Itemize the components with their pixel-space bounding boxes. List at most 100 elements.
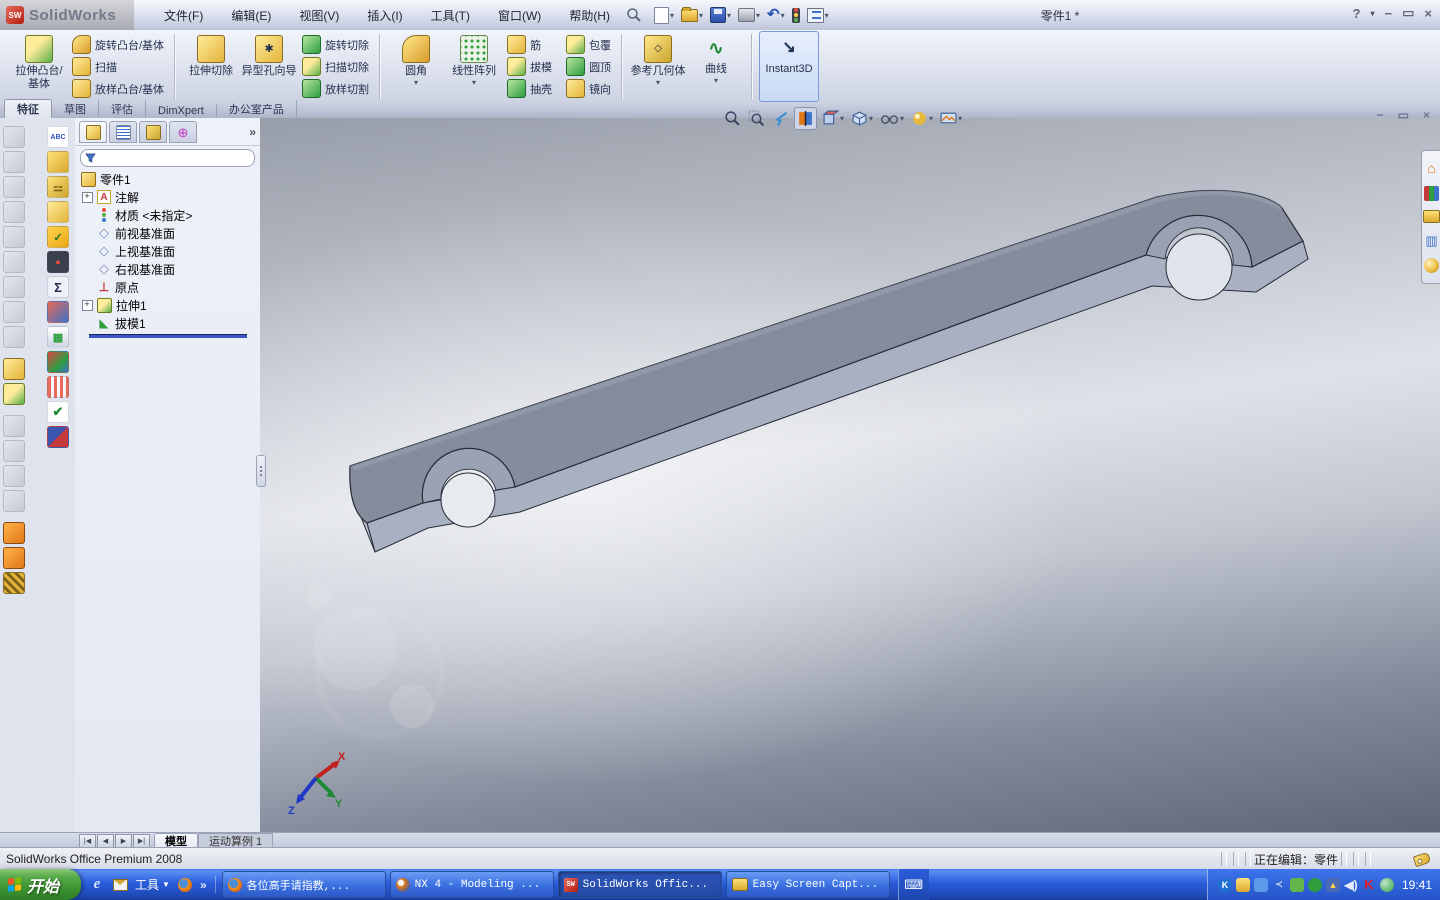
linear-pattern-button[interactable]: 线性阵列 ▾	[445, 32, 503, 101]
tray-kingsoft-icon[interactable]: K	[1217, 877, 1232, 892]
design-library-button[interactable]	[1424, 185, 1439, 201]
shell-button[interactable]: 抽壳	[503, 78, 556, 99]
extrude-cut-toolbar-icon[interactable]	[3, 383, 25, 405]
tree-root[interactable]: 零件1	[75, 170, 260, 188]
taskbar-window-solidworks[interactable]: SW SolidWorks Offic...	[557, 871, 722, 898]
tray-display-icon[interactable]	[1289, 877, 1304, 892]
solidworks-resources-button[interactable]: ⌂	[1424, 160, 1439, 176]
extrude-boss-button[interactable]: 拉伸凸台/基体	[10, 32, 68, 101]
chevron-down-icon[interactable]: ▾	[414, 78, 418, 87]
extrude-boss-toolbar-icon[interactable]	[3, 358, 25, 380]
instant3d-button[interactable]: ↘ Instant3D	[759, 31, 820, 102]
reference-geometry-button[interactable]: ◇ 参考几何体 ▾	[629, 32, 687, 101]
tray-folder-share-icon[interactable]	[1235, 877, 1250, 892]
menu-insert[interactable]: 插入(I)	[355, 4, 414, 27]
sweep-button[interactable]: 扫描	[68, 56, 168, 77]
zebra-stripes-icon[interactable]	[47, 376, 69, 398]
feature-toolbar-icon[interactable]	[3, 572, 25, 594]
apply-scene-button[interactable]: ▾	[938, 108, 964, 129]
chevron-down-icon[interactable]: ▾	[472, 78, 476, 87]
feature-toolbar-icon[interactable]	[3, 415, 25, 437]
menu-tools[interactable]: 工具(T)	[419, 4, 482, 27]
chevron-down-icon[interactable]: ▾	[714, 76, 718, 85]
tab-scroll-last-button[interactable]: ▶|	[133, 833, 150, 848]
dimxpertmanager-tab[interactable]: ⊕	[169, 121, 197, 143]
curves-button[interactable]: ∿ 曲线 ▾	[687, 32, 745, 101]
edit-color-icon[interactable]	[47, 426, 69, 448]
propertymanager-tab[interactable]	[109, 121, 137, 143]
save-button[interactable]: ▾	[708, 6, 733, 24]
spell-checker-icon[interactable]: ABC	[47, 126, 69, 148]
display-style-button[interactable]: ▾	[849, 108, 875, 129]
feature-toolbar-icon[interactable]	[3, 276, 25, 298]
rebuild-button[interactable]	[790, 7, 802, 24]
hide-show-items-button[interactable]: ▾	[878, 108, 906, 129]
doc-restore-button[interactable]: ▭	[1398, 108, 1409, 122]
firefox-icon[interactable]	[177, 877, 193, 893]
revolve-cut-button[interactable]: 旋转切除	[298, 34, 373, 55]
graphics-viewport[interactable]: ▾ ▾ ▾ ▾ ▾ − ▭ × X Y Z	[256, 107, 1440, 832]
open-button[interactable]: ▾	[679, 6, 705, 23]
menu-file[interactable]: 文件(F)	[152, 4, 215, 27]
part-hole-right[interactable]	[1165, 233, 1233, 301]
part-side-face[interactable]	[366, 240, 1309, 553]
feature-filter-input[interactable]	[80, 149, 255, 167]
doc-close-button[interactable]: ×	[1423, 108, 1430, 122]
analysis-icon[interactable]	[47, 351, 69, 373]
tab-features[interactable]: 特征	[4, 99, 52, 118]
ie-icon[interactable]: e	[89, 876, 105, 893]
loft-boss-button[interactable]: 放样凸台/基体	[68, 78, 168, 99]
feature-toolbar-icon[interactable]	[3, 201, 25, 223]
close-button[interactable]: ×	[1424, 6, 1432, 21]
curvature-icon[interactable]	[47, 301, 69, 323]
view-palette-button[interactable]: ▥	[1424, 233, 1439, 248]
chevron-down-icon[interactable]: ▾	[869, 114, 873, 123]
rebuild-clock-icon[interactable]: ●	[47, 251, 69, 273]
fillet-button[interactable]: 圆角 ▾	[387, 32, 445, 101]
undo-button[interactable]: ↶ ▾	[765, 7, 787, 23]
tray-volume-icon[interactable]: ◀)	[1344, 878, 1358, 892]
tab-scroll-prev-button[interactable]: ◀	[97, 833, 114, 848]
part-model[interactable]	[260, 118, 1440, 832]
sweep-cut-button[interactable]: 扫描切除	[298, 56, 373, 77]
menu-edit[interactable]: 编辑(E)	[219, 4, 283, 27]
featuremanager-tab[interactable]	[79, 121, 107, 143]
quick-launch-tools-menu[interactable]: 工具 ▼	[135, 876, 170, 893]
feature-toolbar-icon[interactable]	[3, 151, 25, 173]
expand-plus-icon[interactable]: +	[81, 191, 93, 203]
options-button[interactable]: ▾	[805, 7, 831, 24]
menu-window[interactable]: 窗口(W)	[486, 4, 553, 27]
tag-icon[interactable]	[1412, 851, 1432, 867]
doc-minimize-button[interactable]: −	[1377, 108, 1384, 122]
tray-kaspersky-icon[interactable]: K	[1362, 877, 1376, 892]
print-button[interactable]: ▾	[736, 7, 762, 23]
panel-expand-button[interactable]: »	[249, 125, 256, 139]
check-icon[interactable]: ✓	[47, 226, 69, 248]
chevron-down-icon[interactable]: ▾	[958, 114, 962, 123]
expand-plus-icon[interactable]: +	[81, 299, 93, 311]
rollback-bar[interactable]	[89, 334, 247, 338]
chevron-down-icon[interactable]: ▾	[900, 114, 904, 123]
feature-toolbar-icon[interactable]	[3, 326, 25, 348]
mirror-button[interactable]: 镜向	[562, 78, 615, 99]
revolve-boss-button[interactable]: 旋转凸台/基体	[68, 34, 168, 55]
statistics-icon[interactable]	[47, 201, 69, 223]
help-button[interactable]: ?	[1353, 6, 1361, 21]
taskbar-window-easy-screen-capture[interactable]: Easy Screen Capt...	[725, 871, 890, 898]
tray-globe-icon[interactable]	[1379, 877, 1394, 892]
tree-item-draft1[interactable]: ◣ 拔模1	[75, 314, 260, 332]
tab-dimxpert[interactable]: DimXpert	[146, 104, 217, 118]
draft-button[interactable]: 拔模	[503, 56, 556, 77]
tree-item-annotations[interactable]: + A 注解	[75, 188, 260, 206]
restore-button[interactable]: ▭	[1402, 5, 1414, 21]
tree-item-right-plane[interactable]: ◇ 右视基准面	[75, 260, 260, 278]
deviation-analysis-icon[interactable]: ▦	[47, 326, 69, 348]
file-explorer-button[interactable]	[1423, 210, 1440, 224]
configurationmanager-tab[interactable]	[139, 121, 167, 143]
rib-button[interactable]: 筋	[503, 34, 556, 55]
wrap-button[interactable]: 包覆	[562, 34, 615, 55]
appearances-button[interactable]	[1424, 258, 1439, 274]
tab-motion-study[interactable]: 运动算例 1	[198, 833, 274, 848]
zoom-to-area-button[interactable]	[746, 108, 767, 129]
feature-toolbar-icon[interactable]	[3, 547, 25, 569]
